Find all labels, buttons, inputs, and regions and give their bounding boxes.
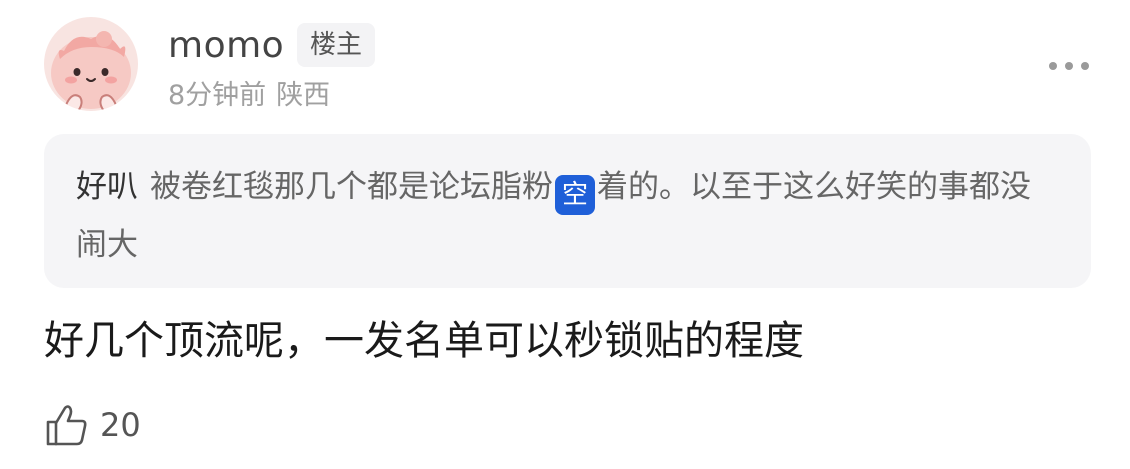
more-dots-icon[interactable] — [1044, 54, 1094, 78]
post-time: 8分钟前 — [168, 80, 267, 111]
user-avatar[interactable] — [44, 17, 138, 111]
like-button[interactable]: 20 — [44, 400, 141, 450]
post-content: 好几个顶流呢，一发名单可以秒锁贴的程度 — [44, 318, 804, 364]
like-count: 20 — [100, 406, 141, 444]
quote-author: 好叭 — [76, 169, 138, 205]
quote-text-before: 被卷红毯那几个都是论坛脂粉 — [150, 169, 553, 205]
quote-text: 好叭 被卷红毯那几个都是论坛脂粉空着的。以至于这么好笑的事都没闹大 — [76, 158, 1056, 274]
post-location: 陕西 — [276, 80, 331, 111]
thumbs-up-icon — [46, 405, 87, 446]
username[interactable]: momo — [168, 24, 284, 68]
quoted-reply[interactable]: 好叭 被卷红毯那几个都是论坛脂粉空着的。以至于这么好笑的事都没闹大 — [44, 134, 1091, 288]
avatar-image — [44, 17, 138, 111]
censor-badge: 空 — [555, 175, 595, 215]
post-meta: 8分钟前 陕西 — [168, 78, 330, 114]
thread-owner-badge: 楼主 — [297, 23, 375, 67]
